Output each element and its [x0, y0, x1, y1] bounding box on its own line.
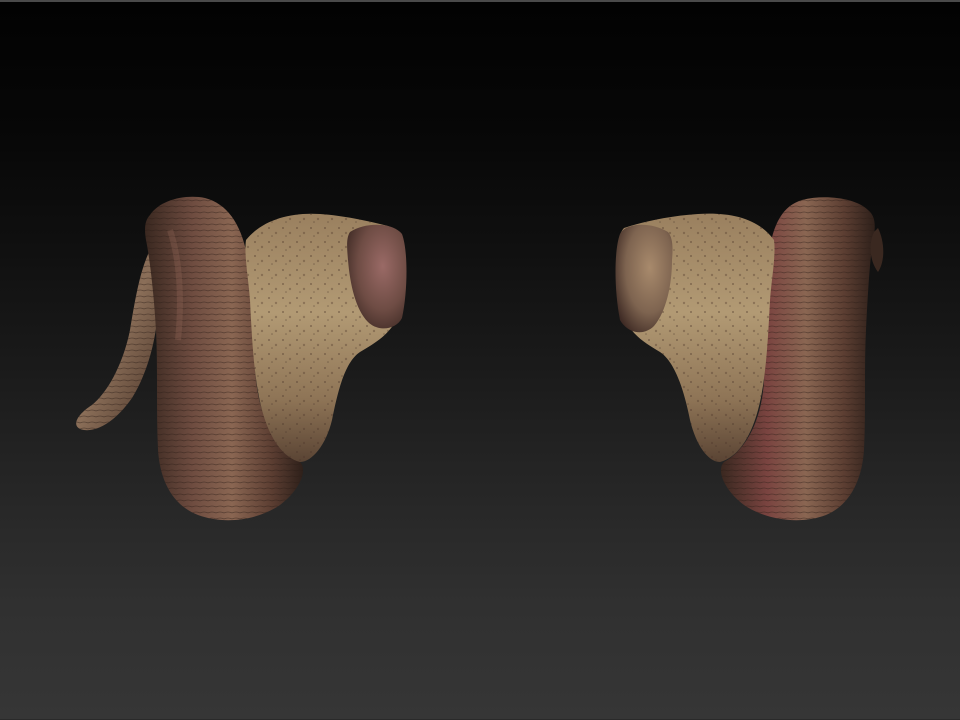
- horn-model-render[interactable]: [0, 0, 960, 720]
- right-horn[interactable]: [615, 197, 884, 521]
- 3d-viewport[interactable]: [0, 0, 960, 720]
- left-horn[interactable]: [76, 196, 407, 521]
